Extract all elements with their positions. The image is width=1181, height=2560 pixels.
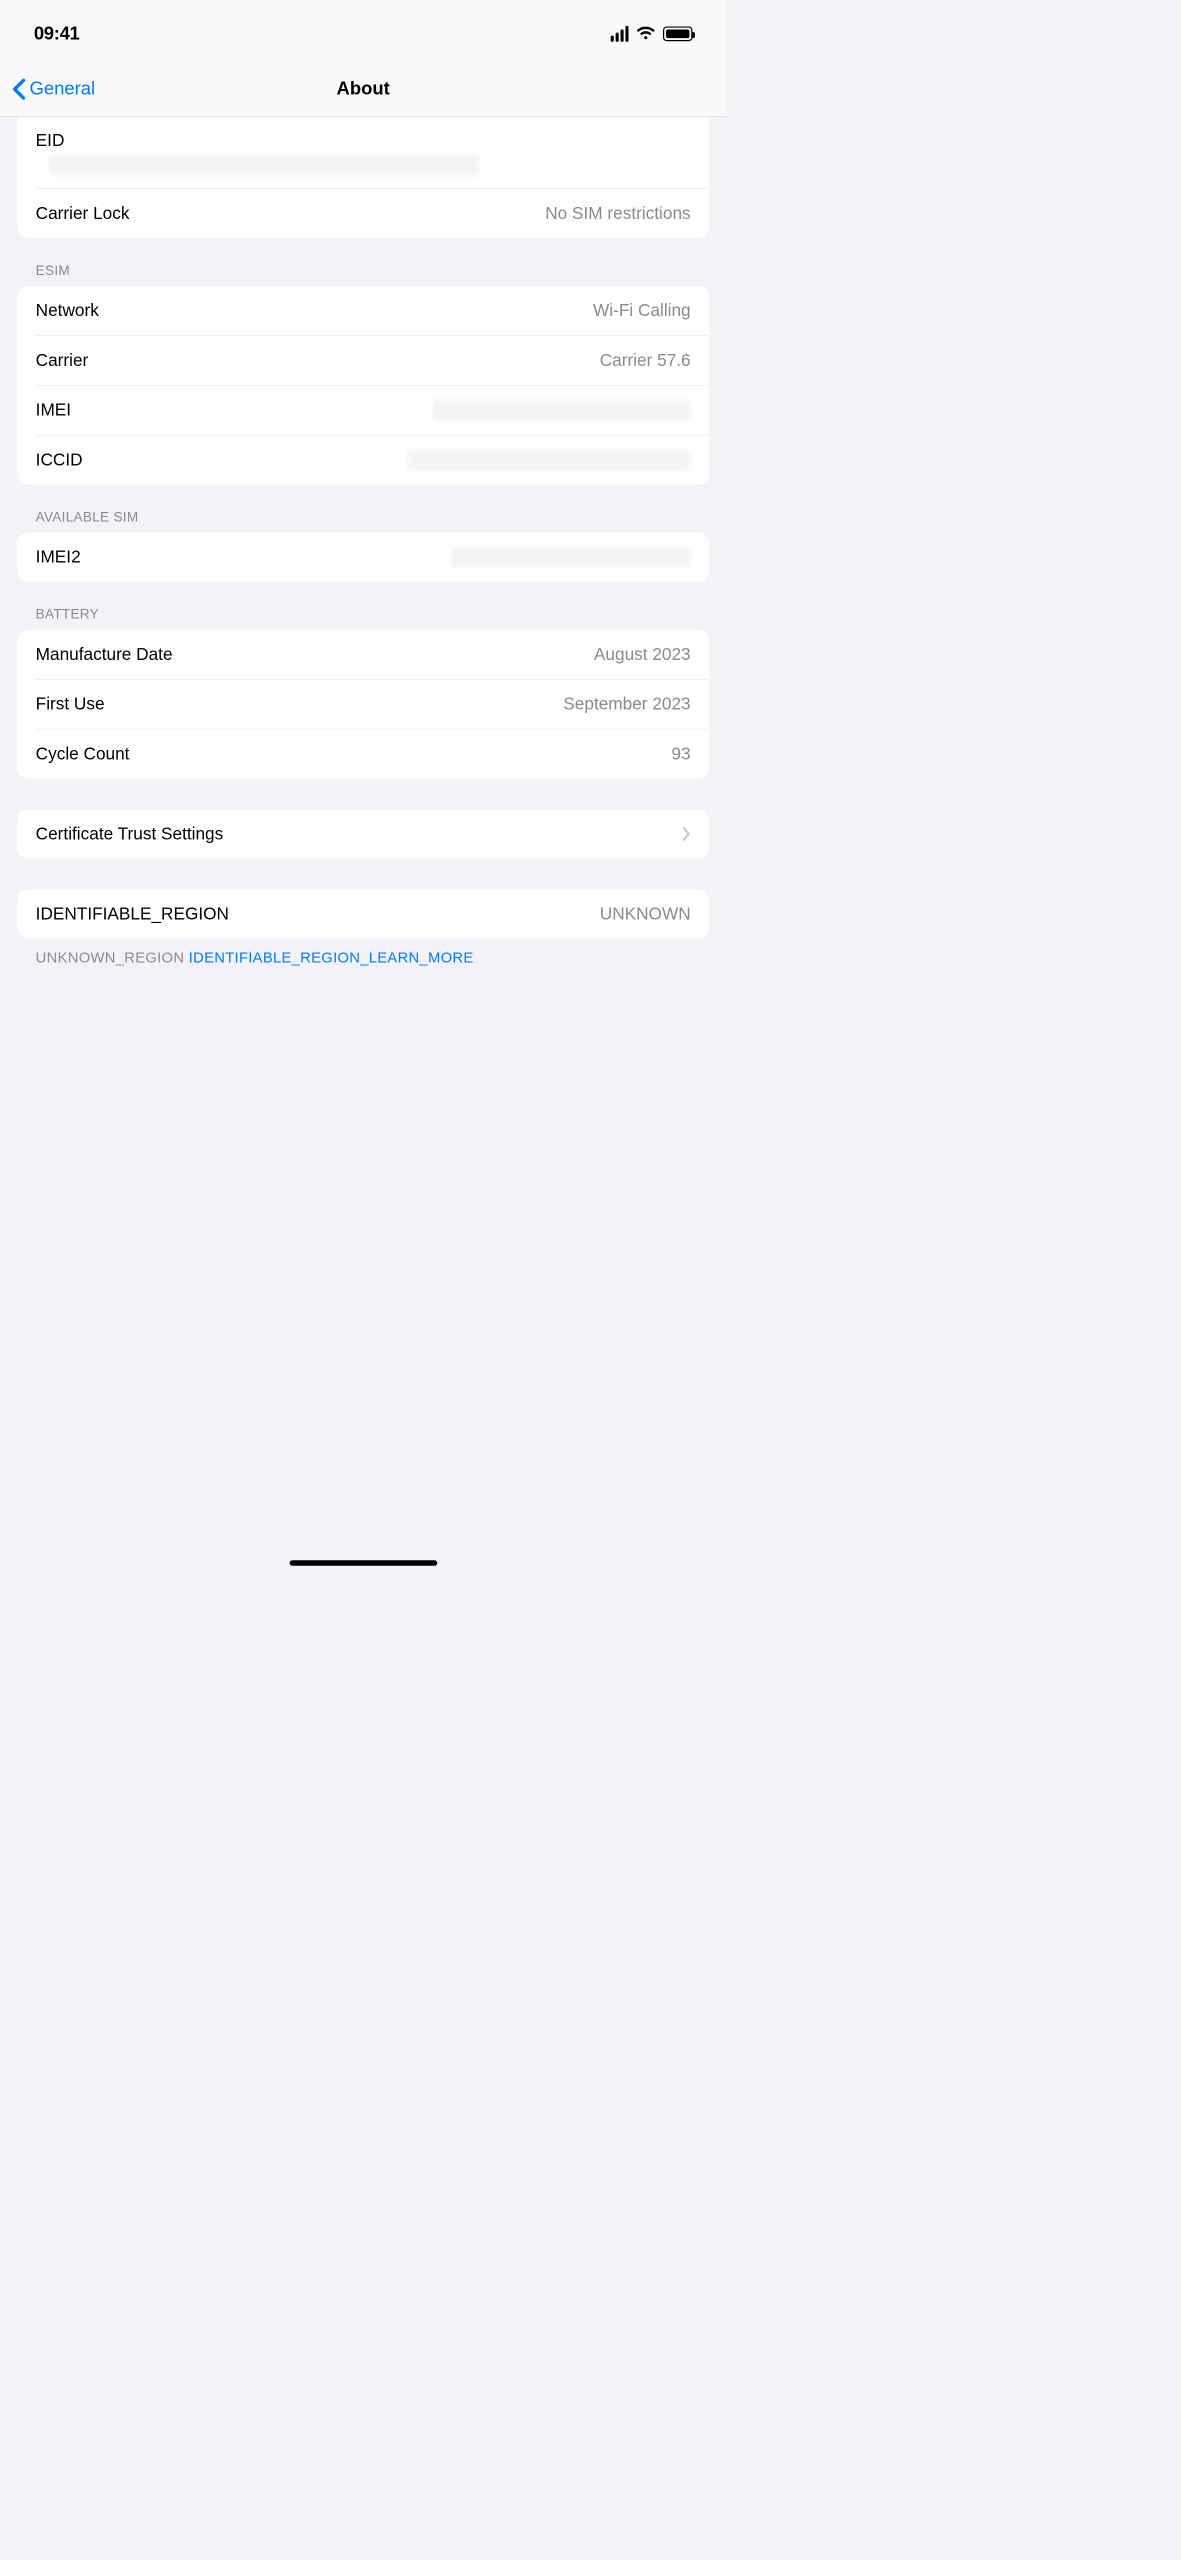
carrier-lock-value: No SIM restrictions xyxy=(545,204,690,224)
battery-icon xyxy=(663,26,693,41)
certificate-trust-label: Certificate Trust Settings xyxy=(36,824,224,844)
cellular-icon xyxy=(611,26,629,42)
row-imei2[interactable]: IMEI2 xyxy=(17,533,709,582)
region-label: IDENTIFIABLE_REGION xyxy=(36,904,229,924)
home-indicator[interactable] xyxy=(289,1560,437,1566)
manufacture-date-value: August 2023 xyxy=(594,645,691,665)
imei-redacted xyxy=(432,400,690,421)
esim-header: ESIM xyxy=(17,238,709,286)
row-network[interactable]: Network Wi-Fi Calling xyxy=(17,286,709,335)
carrier-lock-label: Carrier Lock xyxy=(36,204,130,224)
available-sim-header: AVAILABLE SIM xyxy=(17,485,709,533)
iccid-redacted xyxy=(408,450,691,471)
row-first-use[interactable]: First Use September 2023 xyxy=(17,680,709,729)
section-esim: Network Wi-Fi Calling Carrier Carrier 57… xyxy=(17,286,709,485)
page-title: About xyxy=(337,78,390,99)
section-available-sim: IMEI2 xyxy=(17,533,709,582)
first-use-label: First Use xyxy=(36,694,105,714)
imei2-label: IMEI2 xyxy=(36,547,81,567)
status-time: 09:41 xyxy=(34,23,80,44)
row-iccid[interactable]: ICCID xyxy=(17,435,709,484)
network-value: Wi-Fi Calling xyxy=(593,301,691,321)
row-eid[interactable]: EID xyxy=(17,117,709,191)
region-footer: UNKNOWN_REGION IDENTIFIABLE_REGION_LEARN… xyxy=(17,938,709,966)
carrier-value: Carrier 57.6 xyxy=(600,351,691,371)
imei2-redacted xyxy=(451,547,691,568)
battery-header: BATTERY xyxy=(17,582,709,630)
row-carrier-lock[interactable]: Carrier Lock No SIM restrictions xyxy=(17,189,709,238)
section-region: IDENTIFIABLE_REGION UNKNOWN xyxy=(17,889,709,938)
eid-label: EID xyxy=(36,130,65,150)
nav-bar: General About xyxy=(0,62,726,117)
row-manufacture-date[interactable]: Manufacture Date August 2023 xyxy=(17,630,709,679)
cycle-count-label: Cycle Count xyxy=(36,744,130,764)
imei-label: IMEI xyxy=(36,400,71,420)
iccid-label: ICCID xyxy=(36,450,83,470)
region-footer-prefix: UNKNOWN_REGION xyxy=(36,950,189,967)
status-bar: 09:41 xyxy=(0,0,726,62)
manufacture-date-label: Manufacture Date xyxy=(36,645,173,665)
section-battery: Manufacture Date August 2023 First Use S… xyxy=(17,630,709,779)
row-certificate-trust[interactable]: Certificate Trust Settings xyxy=(17,809,709,858)
row-carrier[interactable]: Carrier Carrier 57.6 xyxy=(17,336,709,385)
network-label: Network xyxy=(36,301,99,321)
chevron-right-icon xyxy=(682,827,691,842)
section-top: EID Carrier Lock No SIM restrictions xyxy=(17,117,709,238)
status-indicators xyxy=(611,24,693,44)
row-cycle-count[interactable]: Cycle Count 93 xyxy=(17,729,709,778)
chevron-left-icon xyxy=(12,78,26,100)
eid-redacted xyxy=(49,155,480,176)
carrier-label: Carrier xyxy=(36,351,89,371)
row-imei[interactable]: IMEI xyxy=(17,386,709,435)
region-value: UNKNOWN xyxy=(600,904,691,924)
back-button[interactable]: General xyxy=(12,78,95,100)
first-use-value: September 2023 xyxy=(563,694,690,714)
section-certificate: Certificate Trust Settings xyxy=(17,809,709,858)
back-label: General xyxy=(30,78,96,99)
row-identifiable-region[interactable]: IDENTIFIABLE_REGION UNKNOWN xyxy=(17,889,709,938)
region-learn-more-link[interactable]: IDENTIFIABLE_REGION_LEARN_MORE xyxy=(189,950,474,967)
cycle-count-value: 93 xyxy=(671,744,690,764)
wifi-icon xyxy=(636,24,656,44)
